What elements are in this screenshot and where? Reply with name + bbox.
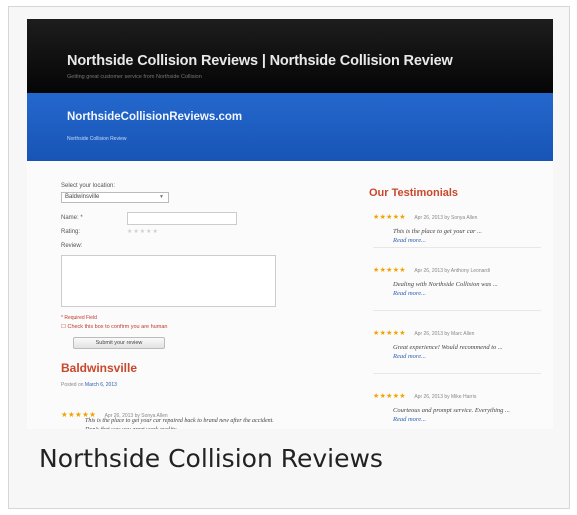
posted-date-link[interactable]: March 6, 2013 [85, 382, 117, 388]
read-more-link[interactable]: Read more... [393, 415, 543, 424]
site-tagline: Getting great customer service from Nort… [67, 74, 202, 80]
card-caption[interactable]: Northside Collision Reviews [39, 444, 383, 473]
posted-line: Posted on March 6, 2013 [61, 382, 117, 388]
human-check[interactable]: ☐ Check this box to confirm you are huma… [61, 324, 167, 330]
location-select-value: Baldwinsville [65, 194, 100, 200]
testimonial-meta: Apr 26, 2013 by Mike Harris [414, 394, 477, 400]
banner-subtitle: Northside Collision Review [67, 136, 127, 142]
testimonial-item: ★★★★★ Apr 26, 2013 by Sonya Allen This i… [373, 206, 543, 245]
banner-title: NorthsideCollisionReviews.com [67, 111, 243, 123]
read-more-link[interactable]: Read more... [393, 352, 543, 361]
testimonial-quote: Dealing with Northside Collision was ... [393, 281, 498, 288]
testimonial-meta: Apr 26, 2013 by Marc Allen [414, 331, 475, 337]
testimonial-item: ★★★★★ Apr 26, 2013 by Marc Allen Great e… [373, 322, 543, 361]
divider [373, 310, 541, 311]
divider [373, 247, 541, 248]
review-textarea[interactable] [61, 255, 276, 307]
testimonial-stars: ★★★★★ [373, 393, 406, 400]
location-label: Select your location: [61, 183, 116, 189]
testimonials-heading: Our Testimonials [369, 187, 459, 199]
testimonial-quote: Great experience! Would recommend to ... [393, 344, 503, 351]
testimonial-stars: ★★★★★ [373, 214, 406, 221]
divider [373, 373, 541, 374]
name-field[interactable] [127, 212, 237, 225]
website-thumbnail[interactable]: Northside Collision Reviews | Northside … [27, 19, 553, 429]
review-label: Review: [61, 243, 83, 249]
location-select[interactable]: Baldwinsville ▼ [61, 192, 169, 203]
chevron-down-icon: ▼ [159, 194, 164, 200]
testimonial-quote: This is the place to get your car ... [393, 228, 483, 235]
testimonial-item: ★★★★★ Apr 26, 2013 by Mike Harris Courte… [373, 385, 543, 424]
human-check-label: Check this box to confirm you are human [67, 324, 168, 330]
name-label: Name: * [61, 215, 83, 221]
read-more-link[interactable]: Read more... [393, 289, 543, 298]
read-more-link[interactable]: Read more... [393, 236, 543, 245]
testimonial-stars: ★★★★★ [373, 267, 406, 274]
site-title: Northside Collision Reviews | Northside … [67, 53, 453, 69]
posted-prefix: Posted on [61, 382, 84, 388]
testimonial-meta: Apr 26, 2013 by Sonya Allen [414, 215, 478, 221]
testimonial-meta: Apr 26, 2013 by Anthony Leonardi [414, 268, 490, 274]
rating-input[interactable]: ★★★★★ [127, 228, 159, 235]
review-text: This is the place to get your car repair… [85, 418, 274, 429]
testimonial-item: ★★★★★ Apr 26, 2013 by Anthony Leonardi D… [373, 259, 543, 298]
result-card[interactable]: Northside Collision Reviews | Northside … [8, 6, 570, 509]
testimonial-quote: Courteous and prompt service. Everything… [393, 407, 510, 414]
required-note: * Required Field [61, 315, 97, 321]
rating-label: Rating: [61, 229, 81, 235]
location-heading: Baldwinsville [61, 361, 138, 375]
submit-review-button[interactable]: Submit your review [73, 337, 165, 349]
site-banner [27, 93, 553, 161]
testimonial-stars: ★★★★★ [373, 330, 406, 337]
